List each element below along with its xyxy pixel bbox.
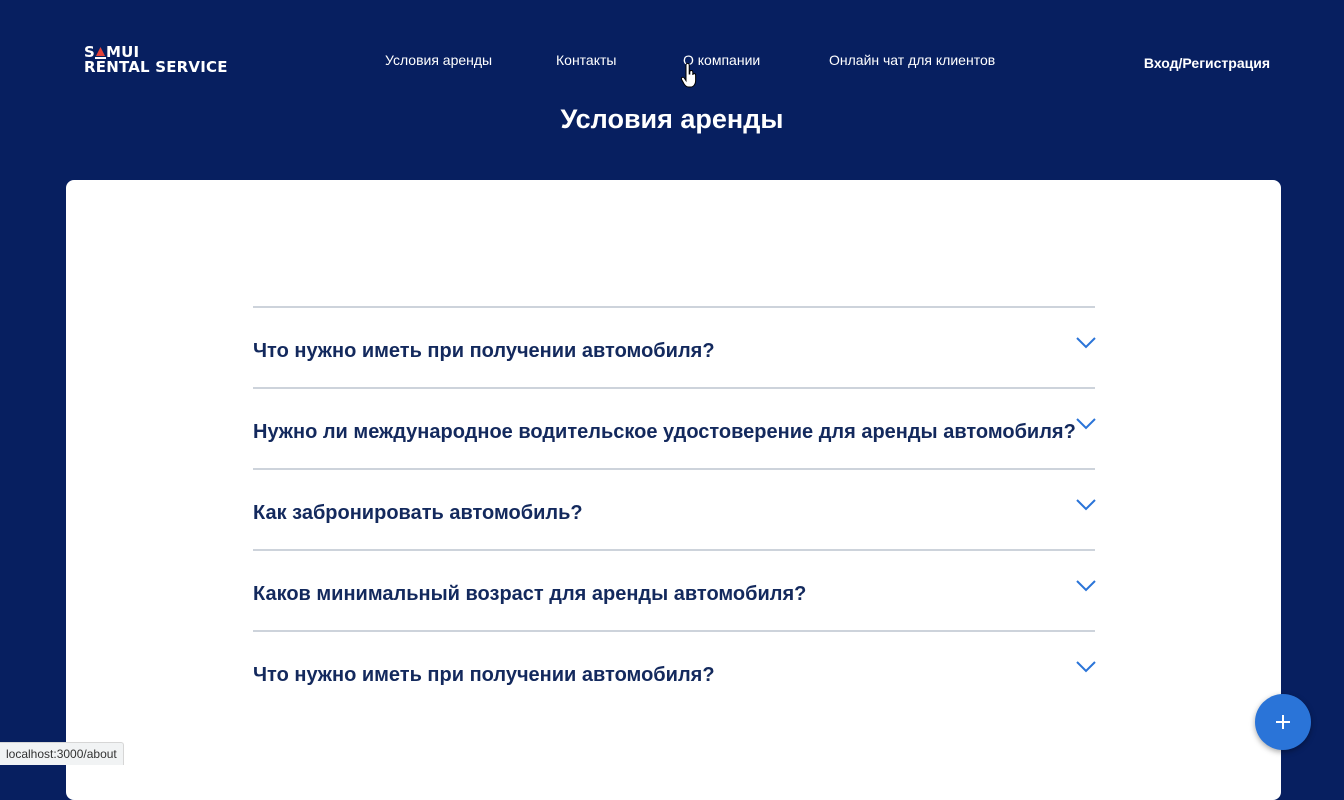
faq-question: Что нужно иметь при получении автомобиля… <box>253 664 715 686</box>
faq-item[interactable]: Что нужно иметь при получении автомобиля… <box>253 306 1097 387</box>
faq-item[interactable]: Нужно ли международное водительское удос… <box>253 387 1097 468</box>
login-register-link[interactable]: Вход/Регистрация <box>1144 55 1270 71</box>
logo-line2: RENTAL SERVICE <box>84 58 228 76</box>
add-button[interactable] <box>1255 694 1311 750</box>
chevron-down-icon[interactable] <box>1075 660 1097 674</box>
faq-question: Каков минимальный возраст для аренды авт… <box>253 583 807 605</box>
faq-question: Что нужно иметь при получении автомобиля… <box>253 340 715 362</box>
nav-link-online-chat[interactable]: Онлайн чат для клиентов <box>829 52 995 68</box>
faq-question: Как забронировать автомобиль? <box>253 502 583 524</box>
chevron-down-icon[interactable] <box>1075 336 1097 350</box>
faq-item[interactable]: Что нужно иметь при получении автомобиля… <box>253 630 1097 711</box>
faq-question: Нужно ли международное водительское удос… <box>253 421 1076 443</box>
sailboat-icon <box>95 47 107 59</box>
faq-accordion: Что нужно иметь при получении автомобиля… <box>253 306 1097 711</box>
chevron-down-icon[interactable] <box>1075 498 1097 512</box>
chevron-down-icon[interactable] <box>1075 579 1097 593</box>
page-title: Условия аренды <box>560 104 784 134</box>
chevron-down-icon[interactable] <box>1075 417 1097 431</box>
hand-cursor-icon <box>680 62 697 94</box>
status-bar-url: localhost:3000/about <box>0 742 124 765</box>
plus-icon <box>1276 715 1290 729</box>
nav-link-rental-terms[interactable]: Условия аренды <box>385 52 492 68</box>
nav-link-contacts[interactable]: Контакты <box>556 52 616 68</box>
faq-item[interactable]: Каков минимальный возраст для аренды авт… <box>253 549 1097 630</box>
logo[interactable]: S MUI RENTAL SERVICE <box>84 45 228 75</box>
faq-item[interactable]: Как забронировать автомобиль? <box>253 468 1097 549</box>
